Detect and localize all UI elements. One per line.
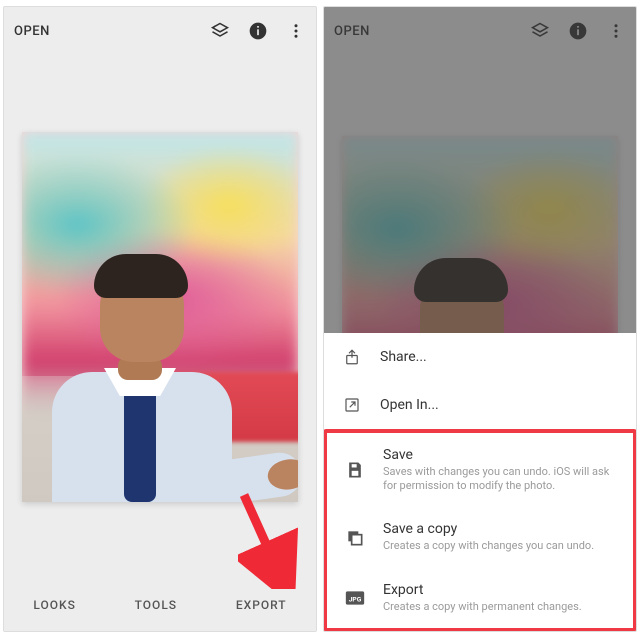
menu-open-in[interactable]: Open In... bbox=[324, 381, 636, 429]
menu-save-copy[interactable]: Save a copy Creates a copy with changes … bbox=[327, 507, 633, 567]
bottom-tabs: LOOKS TOOLS EXPORT bbox=[4, 579, 316, 631]
open-button[interactable]: OPEN bbox=[14, 24, 50, 39]
menu-save-sub: Saves with changes you can undo. iOS wil… bbox=[383, 465, 615, 494]
svg-text:JPG: JPG bbox=[349, 595, 362, 603]
layers-icon[interactable] bbox=[210, 21, 230, 41]
editor-screen: OPEN bbox=[3, 6, 317, 632]
menu-export-title: Export bbox=[383, 582, 615, 598]
menu-save-copy-title: Save a copy bbox=[383, 521, 615, 537]
menu-share[interactable]: Share... bbox=[324, 333, 636, 381]
top-bar: OPEN bbox=[4, 7, 316, 55]
editor-screen-export-menu: OPEN bbox=[323, 6, 637, 632]
photo-preview bbox=[22, 132, 298, 502]
jpg-icon: JPG bbox=[345, 588, 365, 608]
info-icon[interactable] bbox=[248, 21, 268, 41]
menu-open-in-label: Open In... bbox=[380, 397, 618, 413]
copy-icon bbox=[345, 528, 365, 548]
tab-looks[interactable]: LOOKS bbox=[33, 598, 76, 612]
menu-export[interactable]: JPG Export Creates a copy with permanent… bbox=[327, 568, 633, 628]
menu-save-copy-sub: Creates a copy with changes you can undo… bbox=[383, 539, 615, 553]
export-sheet: Share... Open In... Save Saves with chan… bbox=[324, 333, 636, 631]
tab-tools[interactable]: TOOLS bbox=[135, 598, 177, 612]
menu-save-title: Save bbox=[383, 447, 615, 463]
tab-export[interactable]: EXPORT bbox=[236, 598, 287, 612]
annotation-highlight: Save Saves with changes you can undo. iO… bbox=[323, 429, 637, 632]
menu-save[interactable]: Save Saves with changes you can undo. iO… bbox=[327, 433, 633, 508]
menu-export-sub: Creates a copy with permanent changes. bbox=[383, 600, 615, 614]
open-in-icon bbox=[342, 395, 362, 415]
share-icon bbox=[342, 347, 362, 367]
more-icon[interactable] bbox=[286, 21, 306, 41]
save-icon bbox=[345, 460, 365, 480]
menu-share-label: Share... bbox=[380, 349, 618, 365]
canvas-area[interactable] bbox=[4, 55, 316, 579]
